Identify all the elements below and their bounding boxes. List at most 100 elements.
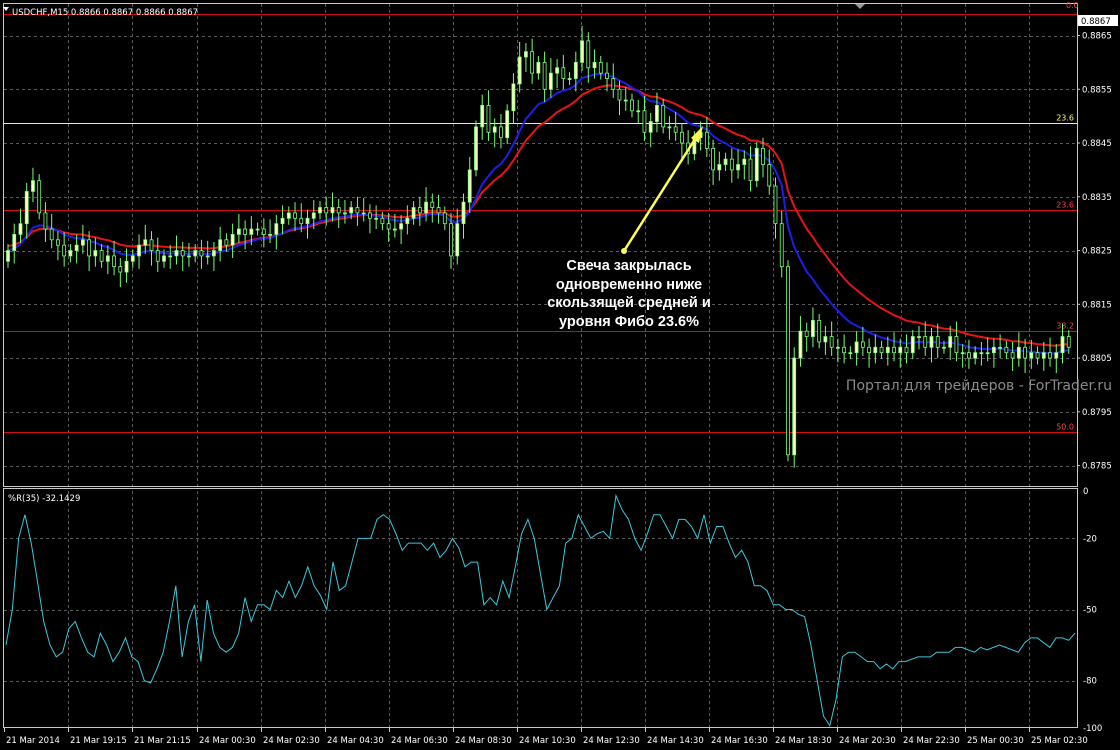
bull-candle — [991, 346, 996, 354]
bear-candle — [180, 250, 185, 257]
fib-top-label: 0.0 — [1066, 1, 1079, 10]
bear-candle — [860, 341, 865, 348]
bear-candle — [642, 110, 647, 133]
bear-candle — [904, 346, 909, 354]
fib-level-label: 50.0 — [1056, 423, 1074, 432]
bull-candle — [343, 212, 347, 215]
bull-candle — [330, 207, 335, 214]
bull-candle — [736, 164, 740, 171]
bear-candle — [99, 250, 104, 262]
bear-candle — [199, 250, 204, 257]
bull-candle — [105, 255, 110, 262]
bear-candle — [112, 255, 116, 268]
bull-candle — [655, 104, 659, 122]
indicator-label: %R(35) -32.1429 — [8, 494, 80, 504]
bull-candle — [985, 352, 990, 355]
bull-candle — [792, 357, 797, 456]
bear-candle — [293, 212, 297, 219]
bull-candle — [399, 223, 404, 230]
time-tick-label: 21 Mar 2014 — [6, 736, 60, 746]
time-tick-label: 25 Mar 02:30 — [1031, 736, 1088, 746]
bull-candle — [723, 158, 728, 165]
time-tick-label: 24 Mar 02:30 — [263, 736, 320, 746]
bull-candle — [973, 352, 978, 359]
time-tick-label: 24 Mar 04:30 — [327, 736, 384, 746]
bull-candle — [467, 169, 472, 203]
time-tick-label: 24 Mar 10:30 — [519, 736, 576, 746]
bull-candle — [162, 255, 166, 262]
bull-candle — [274, 223, 279, 235]
price-tick-label: 0.8805 — [1082, 354, 1112, 364]
bear-candle — [449, 223, 453, 257]
bull-candle — [754, 147, 759, 182]
bull-candle — [80, 239, 85, 246]
bear-candle — [224, 239, 229, 246]
bull-candle — [742, 158, 747, 165]
bull-candle — [255, 228, 260, 231]
bull-candle — [18, 223, 23, 235]
svg-text:Свеча закрылась: Свеча закрылась — [566, 258, 691, 274]
bull-candle — [405, 217, 410, 225]
bear-candle — [829, 336, 834, 348]
bull-candle — [249, 228, 254, 235]
bull-candle — [305, 217, 310, 225]
bear-candle — [842, 346, 847, 354]
bull-candle — [286, 212, 291, 219]
bull-candle — [280, 217, 285, 225]
bear-candle — [786, 266, 790, 456]
bull-candle — [823, 336, 828, 343]
bear-candle — [243, 228, 248, 235]
symbol-info: USDCHF,M15 0.8866 0.8867 0.8866 0.8867 — [12, 8, 198, 18]
time-tick-label: 24 Mar 18:30 — [775, 736, 832, 746]
bear-candle — [261, 228, 266, 235]
bull-candle — [268, 234, 272, 236]
time-tick-label: 24 Mar 12:30 — [583, 736, 640, 746]
indicator-tick-label: 0 — [1083, 487, 1088, 497]
bull-candle — [480, 104, 485, 128]
bull-candle — [798, 330, 803, 359]
bear-candle — [630, 99, 634, 112]
bear-candle — [87, 239, 92, 257]
bull-candle — [130, 255, 135, 262]
bull-candle — [848, 352, 853, 355]
time-tick-label: 24 Mar 06:30 — [391, 736, 448, 746]
bull-candle — [174, 250, 179, 257]
trading-chart[interactable]: 23.6 23.6 38.2 50.0 0.8865 0.8855 0.8845 0.883… — [0, 0, 1120, 750]
bull-candle — [592, 61, 597, 69]
bear-candle — [155, 250, 160, 262]
bull-candle — [929, 336, 934, 348]
bull-candle — [573, 61, 578, 79]
bull-candle — [524, 51, 528, 58]
bull-candle — [1054, 352, 1059, 359]
bear-candle — [711, 147, 715, 171]
bear-candle — [586, 40, 591, 69]
svg-text:одновременно ниже: одновременно ниже — [556, 277, 702, 293]
bull-candle — [567, 78, 572, 80]
time-tick-label: 24 Mar 14:30 — [647, 736, 704, 746]
price-tick-label: 0.8825 — [1082, 247, 1112, 257]
bull-candle — [349, 207, 354, 214]
bull-candle — [623, 99, 628, 102]
bull-candle — [648, 121, 653, 133]
bull-candle — [505, 110, 510, 139]
bull-candle — [1041, 352, 1046, 359]
bear-candle — [43, 212, 48, 230]
bear-candle — [561, 67, 566, 79]
bear-candle — [1004, 346, 1009, 354]
bear-candle — [967, 352, 971, 359]
bear-candle — [748, 158, 753, 182]
bull-candle — [230, 234, 235, 246]
bear-candle — [49, 228, 54, 241]
bull-candle — [193, 250, 198, 257]
price-tick-label: 0.8795 — [1082, 408, 1112, 418]
bear-candle — [118, 266, 123, 273]
bull-candle — [717, 164, 722, 171]
price-tick-label: 0.8785 — [1082, 462, 1112, 472]
bull-candle — [411, 207, 416, 219]
bear-candle — [1035, 352, 1040, 359]
bear-candle — [673, 126, 678, 133]
time-tick-label: 25 Mar 00:30 — [967, 736, 1024, 746]
bull-candle — [979, 352, 984, 355]
fib-level-label: 23.6 — [1056, 201, 1074, 210]
bear-candle — [1048, 352, 1052, 359]
